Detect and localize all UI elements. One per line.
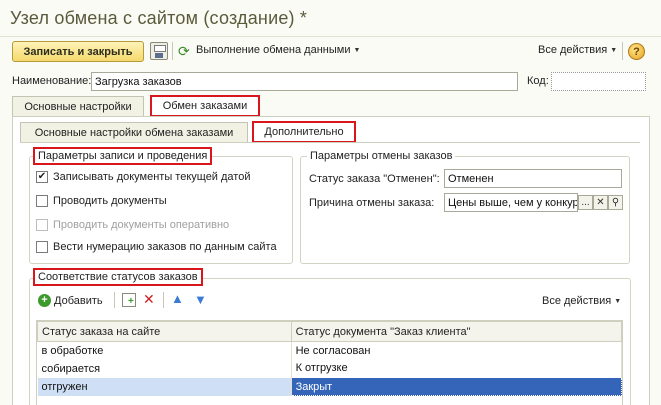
- table-all-actions-label: Все действия: [542, 295, 612, 307]
- column-site-status[interactable]: Статус заказа на сайте: [37, 321, 292, 342]
- write-params-title: Параметры записи и проведения: [33, 147, 213, 165]
- move-up-icon[interactable]: ▲: [171, 291, 184, 306]
- refresh-exchange-icon: ⟳: [178, 43, 190, 59]
- cancel-status-label: Статус заказа "Отменен":: [309, 173, 440, 185]
- checkbox-current-date[interactable]: ✔: [36, 171, 48, 183]
- option-post-operative-label: Проводить документы оперативно: [53, 219, 230, 231]
- name-label: Наименование:: [12, 75, 92, 87]
- subtab-main-exchange-settings[interactable]: Основные настройки обмена заказами: [20, 122, 248, 142]
- checkbox-post-documents[interactable]: [36, 195, 48, 207]
- option-site-numbering-label: Вести нумерацию заказов по данным сайта: [53, 241, 277, 253]
- help-button[interactable]: ?: [628, 43, 645, 60]
- title-divider: [0, 36, 661, 37]
- plus-icon: +: [38, 294, 51, 307]
- clear-icon[interactable]: ✕: [593, 195, 608, 210]
- subtab-divider: [20, 142, 640, 143]
- code-input[interactable]: [551, 72, 646, 91]
- table-row[interactable]: в обработке Не согласован: [37, 341, 622, 360]
- add-row-button[interactable]: + Добавить: [38, 294, 103, 307]
- select-more-button[interactable]: ...: [578, 195, 593, 210]
- status-table-container: Статус заказа на сайте Статус документа …: [36, 320, 623, 405]
- option-current-date[interactable]: ✔ Записывать документы текущей датой: [36, 171, 250, 183]
- option-site-numbering[interactable]: Вести нумерацию заказов по данным сайта: [36, 241, 277, 253]
- cancel-params-title: Параметры отмены заказов: [307, 150, 456, 162]
- all-actions-button[interactable]: Все действия ▼: [538, 44, 617, 56]
- save-and-close-button[interactable]: Записать и закрыть: [12, 41, 144, 62]
- table-row[interactable]: собирается К отгрузке: [37, 359, 622, 378]
- column-doc-status[interactable]: Статус документа "Заказ клиента": [290, 321, 622, 342]
- save-icon[interactable]: [150, 42, 168, 60]
- cancel-reason-label: Причина отмены заказа:: [309, 197, 435, 209]
- option-current-date-label: Записывать документы текущей датой: [53, 171, 251, 183]
- search-icon[interactable]: ⚲: [608, 195, 623, 210]
- window-title: Узел обмена с сайтом (создание) *: [10, 8, 308, 28]
- copy-row-icon[interactable]: +: [122, 293, 136, 307]
- table-row-selected[interactable]: отгружен Закрыт: [37, 377, 622, 396]
- exchange-menu-label: Выполнение обмена данными: [196, 44, 351, 56]
- code-label: Код:: [527, 75, 549, 87]
- option-post-operative: Проводить документы оперативно: [36, 219, 229, 231]
- exchange-menu-button[interactable]: Выполнение обмена данными ▼: [196, 44, 360, 56]
- cell-doc-status[interactable]: Не согласован: [291, 341, 622, 360]
- toolbar-separator: [622, 42, 623, 60]
- cell-doc-status[interactable]: Закрыт: [290, 377, 622, 396]
- chevron-down-icon: ▼: [614, 297, 622, 305]
- checkbox-post-operative: [36, 219, 48, 231]
- tab-order-exchange[interactable]: Обмен заказами: [150, 95, 260, 117]
- status-matching-title: Соответствие статусов заказов: [33, 268, 203, 286]
- subtab-additional[interactable]: Дополнительно: [252, 121, 356, 143]
- toolbar-separator: [163, 292, 164, 308]
- checkbox-site-numbering[interactable]: [36, 241, 48, 253]
- cancel-status-input[interactable]: Отменен: [444, 169, 622, 188]
- cell-site-status[interactable]: в обработке: [37, 341, 292, 360]
- chevron-down-icon: ▼: [610, 46, 618, 54]
- toolbar-separator: [172, 42, 173, 60]
- status-table: Статус заказа на сайте Статус документа …: [37, 321, 622, 396]
- chevron-down-icon: ▼: [353, 46, 361, 54]
- table-all-actions-button[interactable]: Все действия ▼: [542, 295, 621, 307]
- cell-site-status[interactable]: собирается: [37, 359, 292, 378]
- delete-row-icon[interactable]: ✕: [143, 291, 155, 308]
- option-post-documents-label: Проводить документы: [53, 195, 167, 207]
- name-input[interactable]: Загрузка заказов: [91, 72, 518, 91]
- cell-site-status[interactable]: отгружен: [37, 377, 292, 396]
- add-row-label: Добавить: [54, 294, 103, 307]
- toolbar-separator: [114, 292, 115, 308]
- tab-main-settings[interactable]: Основные настройки: [12, 96, 144, 116]
- cancel-reason-input[interactable]: Цены выше, чем у конкур: [444, 193, 578, 212]
- cell-doc-status[interactable]: К отгрузке: [291, 359, 622, 378]
- option-post-documents[interactable]: Проводить документы: [36, 195, 167, 207]
- move-down-icon[interactable]: ▼: [194, 292, 207, 307]
- all-actions-label: Все действия: [538, 44, 608, 56]
